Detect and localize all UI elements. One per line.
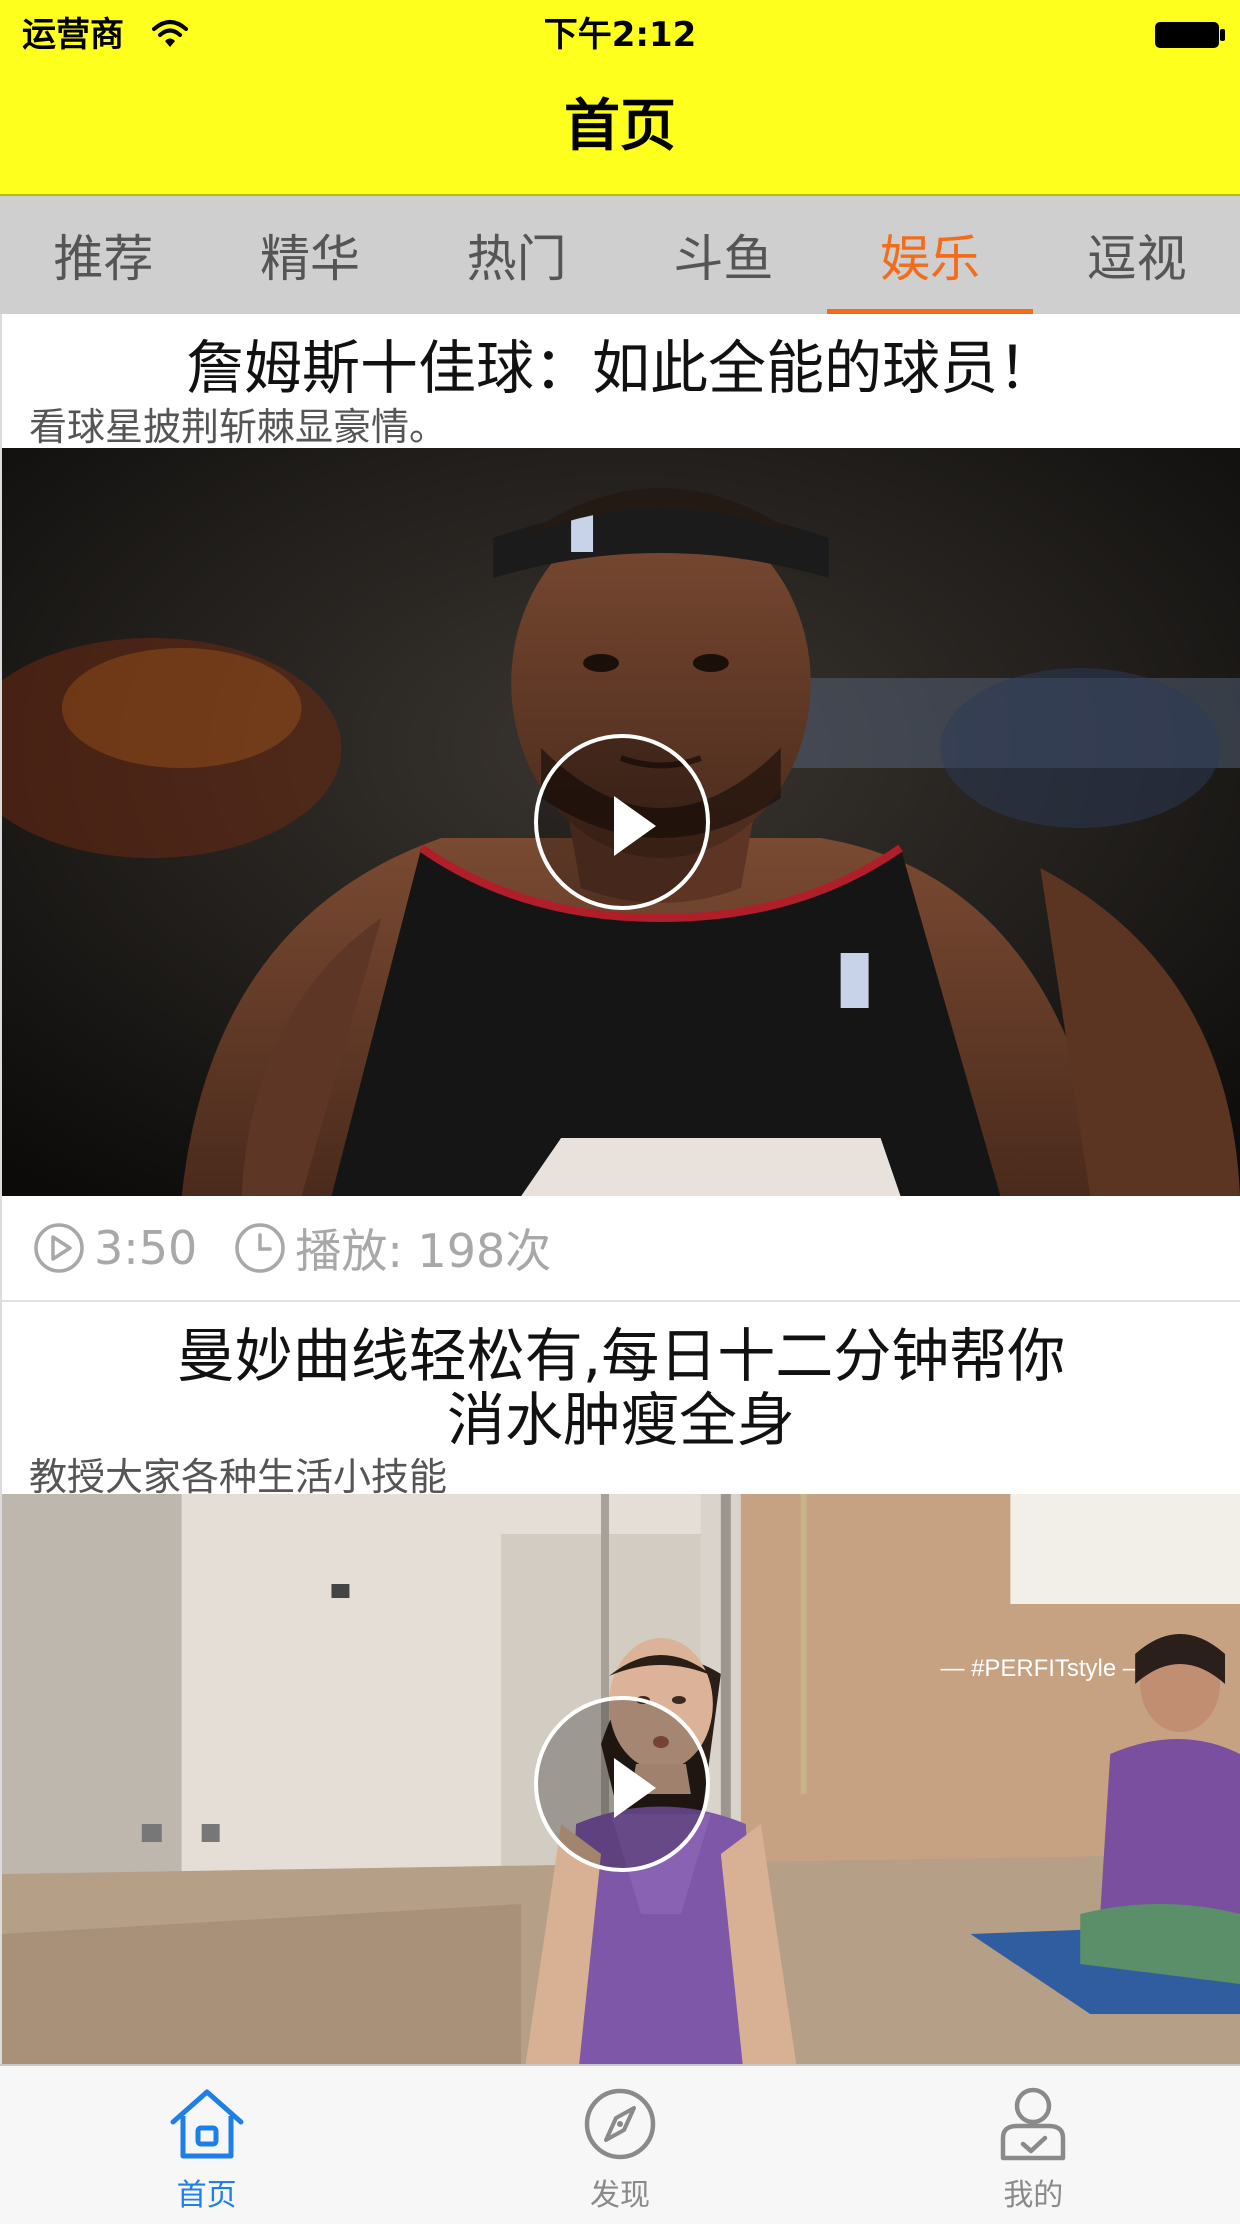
status-time: 下午2:12 (543, 15, 697, 55)
page-title: 首页 (564, 94, 676, 159)
bottom-tab-bar: 首页 发现 我的 (0, 2064, 1240, 2224)
video-thumbnail[interactable]: — #PERFITstyle — (2, 1494, 1240, 2064)
tabbar-label-home: 首页 (176, 2178, 237, 2213)
video-title[interactable]: 詹姆斯十佳球：如此全能的球员！ (2, 314, 1240, 404)
video-subtitle: 看球星披荆斩棘显豪情。 (29, 405, 448, 449)
video-title[interactable]: 曼妙曲线轻松有,每日十二分钟帮你消水肿瘦全身 (2, 1302, 1240, 1454)
compass-icon (584, 2088, 656, 2160)
clock-icon (235, 1223, 286, 1273)
tabbar-label-profile: 我的 (1003, 2178, 1064, 2213)
video-card[interactable]: 曼妙曲线轻松有,每日十二分钟帮你消水肿瘦全身 教授大家各种生活小技能 — #PE… (2, 1302, 1240, 2064)
play-count: 播放: 198次 (295, 1224, 552, 1278)
profile-icon (1001, 2087, 1066, 2161)
tab-recommend[interactable]: 推荐 (0, 196, 207, 314)
tab-entertainment[interactable]: 娱乐 (826, 196, 1034, 314)
play-button[interactable] (534, 1696, 710, 1872)
video-feed[interactable]: 詹姆斯十佳球：如此全能的球员！ 看球星披荆斩棘显豪情。 3:50 播放: 198… (0, 314, 1240, 2064)
video-card[interactable]: 詹姆斯十佳球：如此全能的球员！ 看球星披荆斩棘显豪情。 3:50 播放: 198… (2, 314, 1240, 1302)
video-thumbnail[interactable] (2, 448, 1240, 1196)
battery-icon (1155, 22, 1225, 48)
video-meta: 3:50 播放: 198次 (2, 1196, 1240, 1302)
video-subtitle: 教授大家各种生活小技能 (29, 1455, 448, 1499)
tabbar-item-home[interactable]: 首页 (0, 2066, 413, 2224)
tabbar-item-profile[interactable]: 我的 (827, 2066, 1240, 2224)
video-duration: 3:50 (94, 1221, 198, 1275)
top-header: 运营商 下午2:12 首页 (0, 0, 1240, 196)
tab-hot[interactable]: 热门 (413, 196, 620, 314)
home-icon (170, 2089, 244, 2159)
play-button[interactable] (534, 734, 710, 910)
status-bar: 运营商 下午2:12 (0, 0, 1240, 70)
tab-douyu[interactable]: 斗鱼 (620, 196, 827, 314)
tab-doushi[interactable]: 逗视 (1033, 196, 1240, 314)
video-watermark: — #PERFITstyle — (940, 1655, 1146, 1682)
category-tabs: 推荐 精华 热门 斗鱼 娱乐 逗视 (0, 196, 1240, 314)
tab-featured[interactable]: 精华 (207, 196, 414, 314)
tabbar-item-discover[interactable]: 发现 (413, 2066, 826, 2224)
play-circle-icon (34, 1223, 84, 1273)
tabbar-label-discover: 发现 (589, 2178, 650, 2213)
